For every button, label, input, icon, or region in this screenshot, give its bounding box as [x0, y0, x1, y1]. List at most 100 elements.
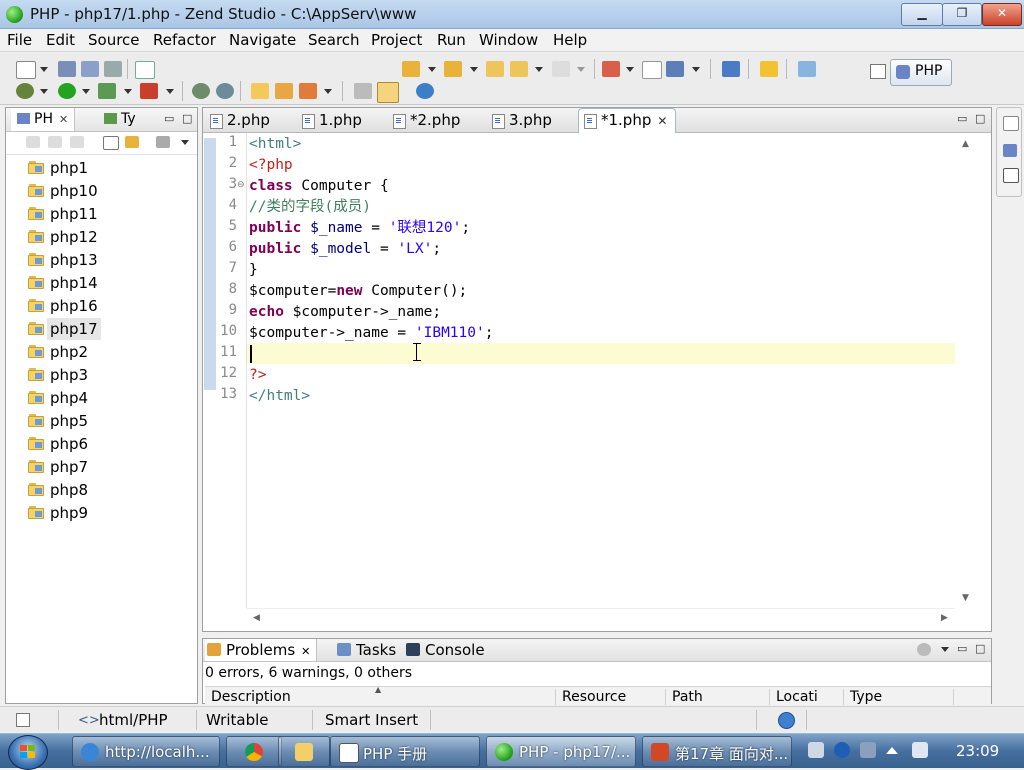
run-icon[interactable] [58, 83, 76, 99]
restore-button[interactable]: ❐ [942, 3, 982, 26]
menu-file[interactable]: File [7, 31, 32, 49]
show-hidden-icons-icon[interactable] [886, 747, 898, 754]
new-file-icon[interactable] [16, 61, 36, 79]
filter-icon[interactable] [156, 136, 170, 148]
maximize-icon[interactable]: □ [975, 112, 985, 125]
menu-navigate[interactable]: Navigate [229, 31, 296, 49]
php-explorer-icon[interactable] [798, 61, 816, 77]
tab-2-php[interactable]: 2.php [205, 109, 297, 132]
column-header-description[interactable]: Description [205, 689, 291, 705]
close-tab-icon[interactable]: ✕ [59, 113, 68, 126]
fast-view-icon[interactable] [16, 713, 30, 727]
column-header-type[interactable]: Type [843, 689, 882, 705]
menu-window[interactable]: Window [479, 31, 538, 49]
taskbar-item-zend-studio[interactable]: PHP - php17/... [486, 736, 636, 767]
tab-1-php-modified-active[interactable]: *1.php ✕ [578, 108, 676, 133]
column-header-path[interactable]: Path [665, 689, 703, 705]
open-folder-icon[interactable] [251, 83, 269, 99]
close-tab-icon[interactable]: ✕ [301, 645, 310, 658]
horizontal-scrollbar[interactable]: ◀ ▶ [247, 608, 955, 631]
back-dropdown-icon[interactable] [535, 67, 543, 72]
menu-run[interactable]: Run [437, 31, 466, 49]
view-menu-icon[interactable] [181, 140, 189, 145]
sync-icon[interactable] [722, 61, 740, 77]
next-annotation-icon[interactable] [402, 61, 420, 77]
collapse-all-icon[interactable] [103, 136, 119, 150]
open-type-dropdown-icon[interactable] [692, 67, 700, 72]
taskbar-item-chrome[interactable] [226, 736, 282, 767]
minimize-icon[interactable]: ▭ [957, 112, 967, 125]
tab-problems[interactable]: Problems ✕ [205, 639, 318, 661]
php-perspective-button[interactable]: PHP [890, 59, 952, 86]
minimize-button[interactable]: ▁ [901, 3, 943, 26]
taskbar-item-php-manual[interactable]: PHP 手册 [330, 736, 480, 767]
fold-toggle-icon[interactable]: ⊖ [237, 180, 245, 190]
tab-console[interactable]: Console [406, 639, 485, 661]
close-tab-icon[interactable]: ✕ [657, 114, 667, 128]
up-icon[interactable] [70, 136, 84, 148]
menu-refactor[interactable]: Refactor [153, 31, 216, 49]
run-dropdown-icon[interactable] [82, 89, 90, 94]
edit-pencil-icon[interactable] [377, 82, 399, 103]
tray-options-icon[interactable] [860, 742, 876, 758]
back-icon[interactable] [26, 136, 40, 148]
wand-dropdown-icon[interactable] [324, 89, 332, 94]
blank-icon[interactable] [642, 61, 662, 79]
menu-edit[interactable]: Edit [46, 31, 75, 49]
next-annotation-dropdown-icon[interactable] [428, 67, 436, 72]
filter-icon[interactable] [917, 643, 931, 656]
column-header-location[interactable]: Locati [769, 689, 818, 705]
minimize-icon[interactable]: ▭ [957, 642, 967, 655]
restore-view-icon[interactable] [1003, 116, 1019, 131]
column-header-resource[interactable]: Resource [555, 689, 626, 705]
tab-1-php[interactable]: 1.php [297, 109, 389, 132]
new-dropdown-icon[interactable] [40, 67, 48, 72]
forward-icon[interactable] [48, 136, 62, 148]
open-project-icon[interactable] [275, 83, 293, 99]
web-browser-icon[interactable] [416, 83, 434, 99]
scroll-up-icon[interactable]: ▲ [962, 139, 969, 149]
debug-dropdown-icon[interactable] [40, 89, 48, 94]
view-menu-icon[interactable] [941, 647, 949, 652]
menu-search[interactable]: Search [308, 31, 360, 49]
minimize-icon[interactable]: ▭ [164, 112, 174, 125]
open-type-icon[interactable] [666, 61, 684, 77]
pin-dropdown-icon[interactable] [626, 67, 634, 72]
keyboard-icon[interactable] [808, 742, 824, 758]
taskbar-item-explorer[interactable] [278, 736, 330, 767]
prev-annotation-dropdown-icon[interactable] [470, 67, 478, 72]
outline-view-icon[interactable] [1003, 144, 1017, 157]
vertical-scrollbar[interactable]: ▲ ▼ [958, 133, 976, 608]
tab-3-php[interactable]: 3.php [487, 109, 579, 132]
toggle-mark-icon[interactable] [354, 83, 372, 99]
clock[interactable]: 23:09 [956, 742, 999, 760]
volume-icon[interactable] [912, 742, 928, 758]
prev-annotation-icon[interactable] [444, 61, 462, 77]
tab-type-hierarchy[interactable]: Ty [100, 108, 140, 131]
updates-icon[interactable] [778, 712, 795, 729]
menu-project[interactable]: Project [371, 31, 422, 49]
profile-icon[interactable] [98, 83, 116, 99]
menu-help[interactable]: Help [553, 31, 587, 49]
help-icon[interactable] [834, 742, 850, 758]
maximize-icon[interactable]: □ [975, 642, 985, 655]
debug-icon[interactable] [16, 83, 34, 99]
tab-tasks[interactable]: Tasks [337, 639, 396, 661]
close-button[interactable]: ✕ [982, 3, 1022, 26]
tab-2-php-modified[interactable]: *2.php [388, 109, 485, 132]
back-icon[interactable] [510, 61, 528, 77]
scroll-down-icon[interactable]: ▼ [962, 593, 969, 603]
scroll-right-icon[interactable]: ▶ [941, 613, 948, 623]
pin-editor-icon[interactable] [602, 61, 620, 77]
open-perspective-icon[interactable] [870, 64, 886, 79]
taskbar-item-ie[interactable]: http://localh... [72, 736, 220, 767]
start-button[interactable] [8, 735, 48, 770]
document-view-icon[interactable] [1003, 168, 1019, 183]
menu-source[interactable]: Source [88, 31, 140, 49]
wand-icon[interactable] [299, 83, 317, 99]
forward-icon[interactable] [552, 61, 570, 77]
link-editor-icon[interactable] [125, 136, 139, 148]
tab-php-explorer[interactable]: PH ✕ [11, 108, 76, 131]
external-tools-dropdown-icon[interactable] [166, 89, 174, 94]
print-icon[interactable] [104, 61, 122, 77]
